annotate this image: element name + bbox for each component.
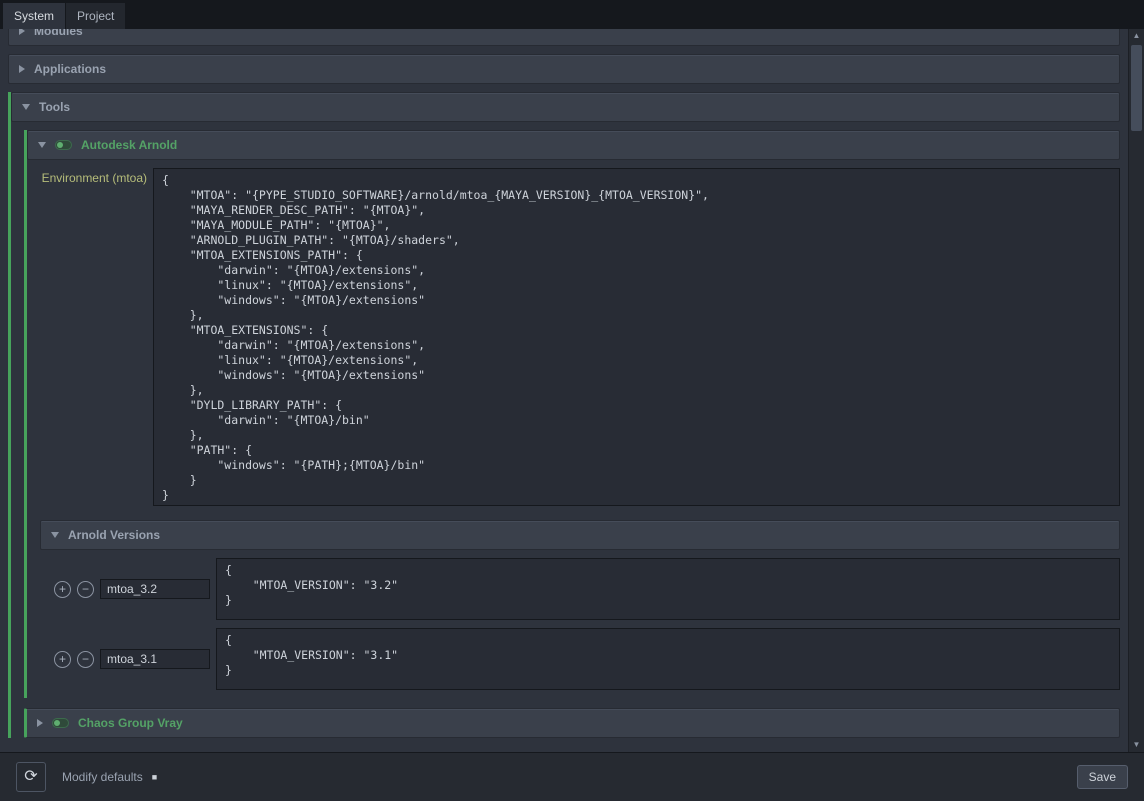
section-tools: Tools Autodesk Arnold Environment (mtoa)… bbox=[8, 92, 1120, 738]
tab-project[interactable]: Project bbox=[66, 3, 125, 29]
version-row: + − { "MTOA_VERSION": "3.1" } bbox=[40, 628, 1120, 690]
caret-right-icon bbox=[19, 29, 25, 35]
version-row: + − { "MTOA_VERSION": "3.2" } bbox=[40, 558, 1120, 620]
caret-down-icon bbox=[51, 532, 59, 538]
section-label: Applications bbox=[34, 62, 106, 76]
settings-window: System Project Modules Applications Tool… bbox=[0, 0, 1144, 801]
caret-down-icon bbox=[38, 142, 46, 148]
section-header-arnold-versions[interactable]: Arnold Versions bbox=[40, 520, 1120, 550]
section-label: Arnold Versions bbox=[68, 528, 160, 542]
footer-bar: ⟳ Modify defaults ■ Save bbox=[0, 752, 1144, 801]
version-json-editor[interactable]: { "MTOA_VERSION": "3.2" } bbox=[216, 558, 1120, 620]
refresh-button[interactable]: ⟳ bbox=[16, 762, 46, 792]
section-label: Chaos Group Vray bbox=[78, 716, 183, 730]
version-key-input[interactable] bbox=[100, 579, 210, 599]
version-key-input[interactable] bbox=[100, 649, 210, 669]
modify-defaults-checkbox[interactable]: ■ bbox=[152, 773, 157, 782]
remove-version-button[interactable]: − bbox=[77, 581, 94, 598]
section-arnold: Autodesk Arnold Environment (mtoa) { "MT… bbox=[24, 130, 1120, 698]
section-label: Autodesk Arnold bbox=[81, 138, 177, 152]
caret-right-icon bbox=[19, 65, 25, 73]
section-label: Modules bbox=[34, 29, 83, 38]
add-version-button[interactable]: + bbox=[54, 651, 71, 668]
environment-json-editor[interactable]: { "MTOA": "{PYPE_STUDIO_SOFTWARE}/arnold… bbox=[153, 168, 1120, 506]
modify-defaults-label: Modify defaults bbox=[62, 770, 143, 784]
save-button[interactable]: Save bbox=[1077, 765, 1128, 789]
scrollbar-thumb[interactable] bbox=[1131, 45, 1142, 131]
vertical-scrollbar[interactable]: ▲ ▼ bbox=[1128, 29, 1144, 752]
settings-content: Modules Applications Tools Autodesk Arno… bbox=[0, 29, 1144, 752]
arnold-body: Environment (mtoa) { "MTOA": "{PYPE_STUD… bbox=[27, 168, 1120, 698]
section-header-tools[interactable]: Tools bbox=[11, 92, 1120, 122]
environment-row: Environment (mtoa) { "MTOA": "{PYPE_STUD… bbox=[27, 168, 1120, 506]
section-header-vray[interactable]: Chaos Group Vray bbox=[24, 708, 1120, 738]
caret-down-icon bbox=[22, 104, 30, 110]
enabled-toggle-icon[interactable] bbox=[52, 718, 69, 728]
tab-system[interactable]: System bbox=[3, 3, 65, 29]
scroll-down-icon[interactable]: ▼ bbox=[1129, 738, 1144, 752]
scroll-up-icon[interactable]: ▲ bbox=[1129, 29, 1144, 43]
section-arnold-versions: Arnold Versions + − { "MTOA_VERSION": "3… bbox=[27, 520, 1120, 690]
section-header-arnold[interactable]: Autodesk Arnold bbox=[27, 130, 1120, 160]
caret-right-icon bbox=[37, 719, 43, 727]
add-version-button[interactable]: + bbox=[54, 581, 71, 598]
remove-version-button[interactable]: − bbox=[77, 651, 94, 668]
tab-bar: System Project bbox=[0, 0, 1144, 29]
section-header-modules[interactable]: Modules bbox=[8, 29, 1120, 46]
section-label: Tools bbox=[39, 100, 70, 114]
tools-body: Autodesk Arnold Environment (mtoa) { "MT… bbox=[11, 122, 1120, 738]
environment-label: Environment (mtoa) bbox=[27, 168, 153, 506]
section-header-applications[interactable]: Applications bbox=[8, 54, 1120, 84]
enabled-toggle-icon[interactable] bbox=[55, 140, 72, 150]
version-json-editor[interactable]: { "MTOA_VERSION": "3.1" } bbox=[216, 628, 1120, 690]
